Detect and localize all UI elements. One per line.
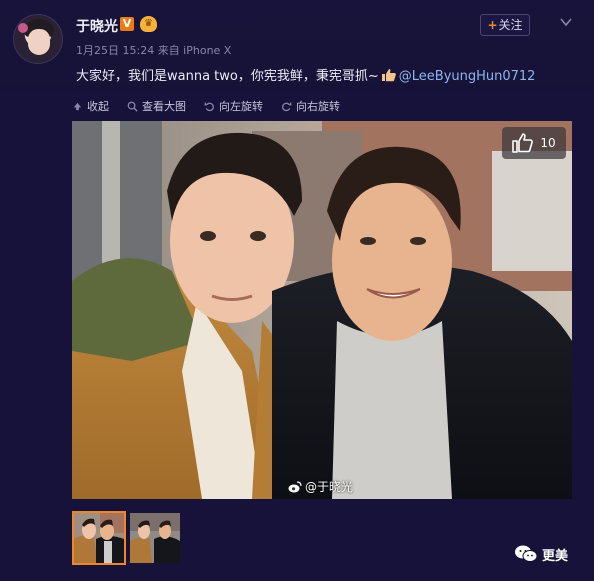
brand-label: 更美 [542, 548, 569, 564]
collapse-button[interactable]: 收起 [72, 98, 109, 114]
chevron-down-icon[interactable] [558, 14, 574, 30]
photo-watermark: @于晓光 [288, 478, 353, 495]
main-photo[interactable] [72, 121, 572, 499]
post-content: 大家好，我们是wanna two，你宪我鲜，秉宪哥抓~ @LeeByungHun0… [76, 65, 535, 84]
wechat-icon [515, 545, 538, 562]
rotate-right-icon [282, 101, 292, 111]
post-meta: 1月25日 15:24 来自 iPhone X [76, 44, 232, 57]
post-text: 大家好，我们是wanna two，你宪我鲜，秉宪哥抓~ [76, 69, 379, 84]
verified-badge-icon: V [120, 17, 134, 31]
watermark-text: @于晓光 [305, 480, 354, 494]
brand-watermark: 更美 [514, 544, 568, 564]
thumbnail-2[interactable] [130, 513, 180, 563]
view-large-button[interactable]: 查看大图 [127, 98, 186, 114]
plus-icon: + [487, 18, 498, 32]
rotate-right-label: 向右旋转 [296, 100, 340, 113]
avatar-face [28, 29, 50, 55]
thumbs-up-emoji-icon [381, 69, 396, 82]
media-toolbar: 收起 查看大图 向左旋转 向右旋转 [72, 98, 340, 114]
weibo-icon [288, 480, 302, 492]
avatar-flower [18, 23, 28, 33]
view-large-label: 查看大图 [142, 100, 186, 113]
follow-button[interactable]: +关注 [480, 14, 530, 36]
username[interactable]: 于晓光 [76, 16, 118, 36]
avatar[interactable] [13, 14, 63, 64]
like-count: 10 [540, 136, 556, 150]
thumbnail-1[interactable] [72, 511, 126, 565]
rotate-right-button[interactable]: 向右旋转 [281, 98, 340, 114]
member-crown-icon: ♛ [140, 16, 157, 32]
follow-label: 关注 [498, 18, 523, 32]
rotate-left-button[interactable]: 向左旋转 [204, 98, 263, 114]
collapse-label: 收起 [87, 100, 109, 113]
photo-like-button[interactable]: 10 [502, 127, 566, 159]
rotate-left-icon [204, 101, 214, 111]
collapse-icon [73, 102, 82, 110]
thumbnail-2-image [130, 513, 180, 563]
photo-illustration [72, 121, 572, 499]
weibo-post-card: 于晓光 V ♛ 1月25日 15:24 来自 iPhone X +关注 大家好，… [0, 0, 594, 581]
thumbnail-1-image [74, 513, 124, 563]
thumbs-up-icon [512, 133, 534, 153]
rotate-left-label: 向左旋转 [219, 100, 263, 113]
zoom-icon [127, 101, 138, 112]
mention-link[interactable]: @LeeByungHun0712 [399, 69, 536, 84]
